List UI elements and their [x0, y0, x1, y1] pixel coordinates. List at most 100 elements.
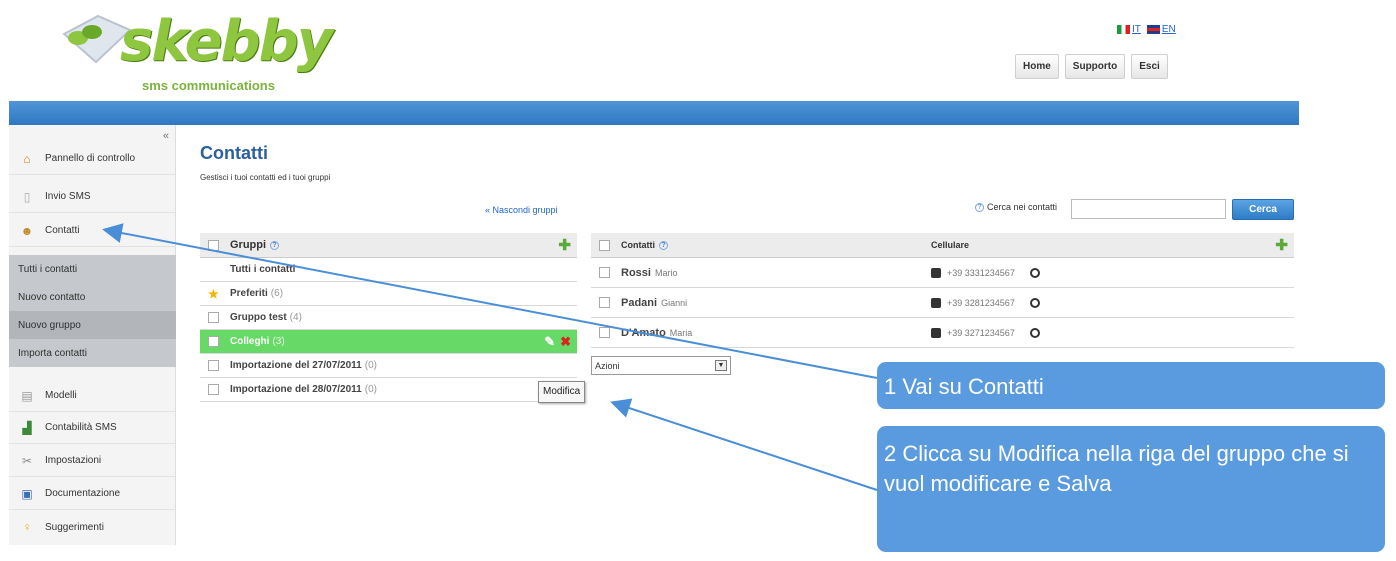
templates-icon: ▤ — [21, 388, 33, 403]
contact-last-name: D'Amato — [621, 326, 666, 339]
group-count: (4) — [289, 312, 302, 323]
sidebar-item-sms-accounting[interactable]: ▟ Contabilità SMS — [9, 412, 176, 444]
group-name: Importazione del 28/07/2011 — [230, 384, 362, 395]
book-icon: ▣ — [21, 486, 33, 501]
actions-select[interactable]: Azioni ▼ — [591, 356, 731, 375]
search-label: ? Cerca nei contatti — [975, 202, 1057, 212]
sidebar-item-settings[interactable]: ✂ Impostazioni — [9, 445, 176, 477]
add-group-icon[interactable]: ✚ — [558, 238, 571, 253]
group-row-all[interactable]: Tutti i contatti — [200, 258, 577, 282]
group-count: (0) — [364, 360, 377, 371]
sidebar-item-label: Contatti — [45, 225, 80, 236]
edit-icon[interactable]: ✎ — [544, 334, 555, 350]
flag-it-icon — [1117, 25, 1130, 34]
search-input[interactable] — [1071, 199, 1226, 219]
group-checkbox[interactable] — [208, 360, 219, 371]
delete-icon[interactable]: ✖ — [560, 334, 571, 350]
callout-step-2: 2 Clicca su Modifica nella riga del grup… — [877, 426, 1385, 552]
callout-step-1: 1 Vai su Contatti — [877, 362, 1385, 409]
hide-groups-link[interactable]: « Nascondi gruppi — [485, 205, 558, 215]
group-count: (3) — [272, 336, 285, 347]
sidebar-item-label: Suggerimenti — [45, 521, 104, 533]
group-name: Gruppo test — [230, 312, 287, 323]
home-icon: ⌂ — [23, 151, 31, 166]
logo-text: skebby — [120, 9, 333, 74]
support-button[interactable]: Supporto — [1064, 54, 1126, 79]
sidebar-item-suggestions[interactable]: ♀ Suggerimenti — [9, 511, 176, 543]
group-name: Importazione del 27/07/2011 — [230, 360, 362, 371]
lang-en-link[interactable]: EN — [1146, 24, 1176, 35]
submenu-import-contacts[interactable]: Importa contatti — [9, 339, 176, 367]
status-circle-icon[interactable] — [1029, 267, 1040, 278]
logo-subtitle: sms communications — [142, 78, 275, 93]
groups-header: Gruppi ? ✚ — [200, 233, 577, 258]
group-name: Preferiti — [230, 288, 268, 299]
contact-row[interactable]: Rossi Mario +39 3331234567 — [591, 258, 1294, 288]
page-subtitle: Gestisci i tuoi contatti ed i tuoi grupp… — [200, 173, 331, 182]
group-row-test[interactable]: Gruppo test (4) — [200, 306, 577, 330]
group-row-import-28[interactable]: Importazione del 28/07/2011 (0) — [200, 378, 577, 402]
group-checkbox[interactable] — [208, 336, 219, 347]
add-contact-icon[interactable]: ✚ — [1275, 238, 1288, 253]
contact-checkbox[interactable] — [599, 267, 610, 278]
group-checkbox[interactable] — [208, 312, 219, 323]
lightbulb-icon: ♀ — [22, 520, 32, 534]
arrow-to-edit — [610, 398, 878, 491]
submenu-new-group[interactable]: Nuovo gruppo — [9, 311, 176, 339]
mobile-phone-icon — [931, 327, 941, 338]
lang-it-link[interactable]: IT — [1117, 24, 1141, 35]
document-icon: ▯ — [23, 189, 31, 204]
top-nav: Home Supporto Esci — [1015, 54, 1168, 79]
status-circle-icon[interactable] — [1029, 297, 1040, 308]
collapse-sidebar-button[interactable]: « — [163, 130, 169, 142]
group-count: (6) — [270, 288, 284, 299]
sidebar-item-control-panel[interactable]: ⌂ Pannello di controllo — [9, 143, 176, 175]
actions-select-value: Azioni — [595, 360, 620, 371]
sidebar-item-send-sms[interactable]: ▯ Invio SMS — [9, 181, 176, 213]
select-all-groups-checkbox[interactable] — [208, 239, 219, 251]
chevron-down-icon[interactable]: ▼ — [715, 360, 727, 371]
sidebar-item-label: Contabilità SMS — [45, 422, 117, 433]
help-icon[interactable]: ? — [975, 202, 984, 212]
help-icon[interactable]: ? — [659, 240, 668, 250]
group-row-favorites[interactable]: ★ Preferiti (6) — [200, 282, 577, 306]
language-switcher: IT EN — [1117, 24, 1176, 35]
sidebar-item-label: Documentazione — [45, 488, 121, 499]
contact-row[interactable]: D'Amato Maria +39 3271234567 — [591, 318, 1294, 348]
help-icon[interactable]: ? — [270, 240, 280, 250]
contact-row[interactable]: Padani Gianni +39 3281234567 — [591, 288, 1294, 318]
contact-phone: +39 3281234567 — [947, 297, 1015, 308]
submenu-new-contact[interactable]: Nuovo contatto — [9, 283, 176, 311]
group-count: (0) — [364, 384, 377, 395]
group-name: Tutti i contatti — [230, 264, 296, 275]
header-bar — [9, 101, 1299, 125]
contact-phone: +39 3331234567 — [947, 267, 1015, 278]
sidebar-item-documentation[interactable]: ▣ Documentazione — [9, 478, 176, 510]
contact-checkbox[interactable] — [599, 327, 610, 338]
logout-button[interactable]: Esci — [1131, 54, 1168, 79]
contact-phone: +39 3271234567 — [947, 327, 1015, 338]
star-icon: ★ — [208, 286, 219, 301]
search-button[interactable]: Cerca — [1232, 199, 1294, 220]
submenu-all-contacts[interactable]: Tutti i contatti — [9, 255, 176, 283]
contacts-header: Contatti ? Cellulare ✚ — [591, 233, 1294, 258]
group-checkbox[interactable] — [208, 384, 219, 395]
sidebar-item-contacts[interactable]: ☻ Contatti — [9, 215, 176, 247]
skebby-logo[interactable]: skebby sms communications — [58, 8, 333, 94]
contacts-header-label: Contatti — [621, 240, 655, 250]
groups-header-label: Gruppi — [230, 239, 267, 251]
contact-first-name: Maria — [669, 327, 693, 338]
group-row-colleghi[interactable]: Colleghi (3) ✎ ✖ — [200, 330, 577, 354]
group-row-import-27[interactable]: Importazione del 27/07/2011 (0) — [200, 354, 577, 378]
page-title: Contatti — [200, 143, 268, 163]
home-button[interactable]: Home — [1015, 54, 1059, 79]
sidebar: « ⌂ Pannello di controllo ▯ Invio SMS ☻ … — [9, 125, 176, 545]
status-circle-icon[interactable] — [1029, 327, 1040, 338]
sidebar-item-templates[interactable]: ▤ Modelli — [9, 380, 176, 412]
contact-checkbox[interactable] — [599, 297, 610, 308]
edit-tooltip: Modifica — [538, 381, 586, 403]
select-all-contacts-checkbox[interactable] — [599, 239, 610, 251]
mobile-phone-icon — [931, 297, 941, 308]
group-name: Colleghi — [230, 336, 270, 347]
sidebar-item-label: Pannello di controllo — [45, 153, 136, 164]
